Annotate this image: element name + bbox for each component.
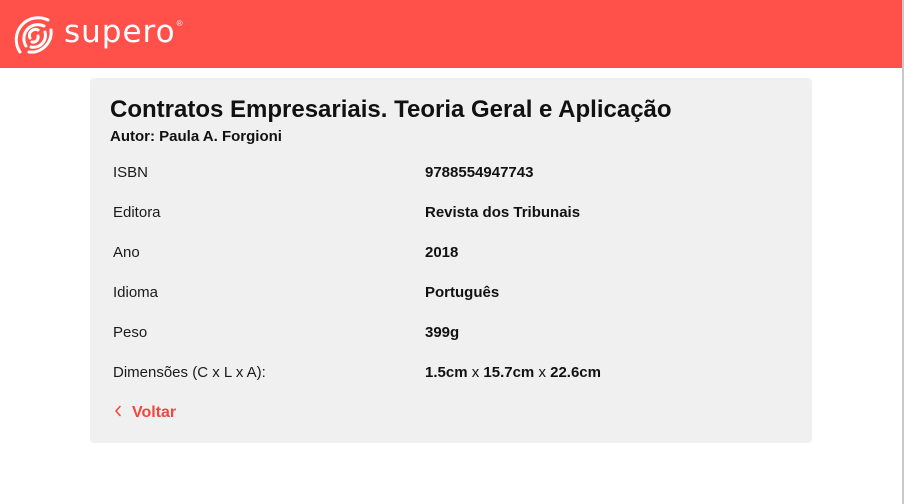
isbn-value: 9788554947743 [425,164,534,181]
dimension-height: 22.6cm [550,364,601,381]
dimensions-label: Dimensões (C x L x A): [113,364,266,381]
supero-logo[interactable]: supero ® [12,10,183,58]
book-author: Autor: Paula A. Forgioni [110,128,282,145]
dimension-separator: x [538,364,546,381]
dimension-length: 1.5cm [425,364,468,381]
book-details-card: Contratos Empresariais. Teoria Geral e A… [90,78,812,443]
app-header: supero ® [0,0,902,68]
publisher-value: Revista dos Tribunais [425,204,581,221]
weight-value: 399g [425,324,460,341]
dimension-width: 15.7cm [483,364,535,381]
weight-label: Peso [113,324,148,341]
signal-waves-icon [12,12,54,56]
publisher-label: Editora [113,204,161,221]
year-label: Ano [113,244,140,261]
year-value: 2018 [425,244,459,261]
language-value: Português [425,284,500,301]
back-label: Voltar [132,404,177,421]
back-link[interactable]: Voltar [114,404,176,422]
logo-wordmark: supero [64,14,176,50]
book-title: Contratos Empresariais. Teoria Geral e A… [110,96,672,123]
dimensions-value: 1.5cm x 15.7cm x 22.6cm [425,364,601,381]
chevron-left-icon [114,404,122,422]
language-label: Idioma [113,284,159,301]
registered-mark: ® [176,18,183,28]
dimension-separator: x [471,364,480,381]
isbn-label: ISBN [113,164,149,181]
